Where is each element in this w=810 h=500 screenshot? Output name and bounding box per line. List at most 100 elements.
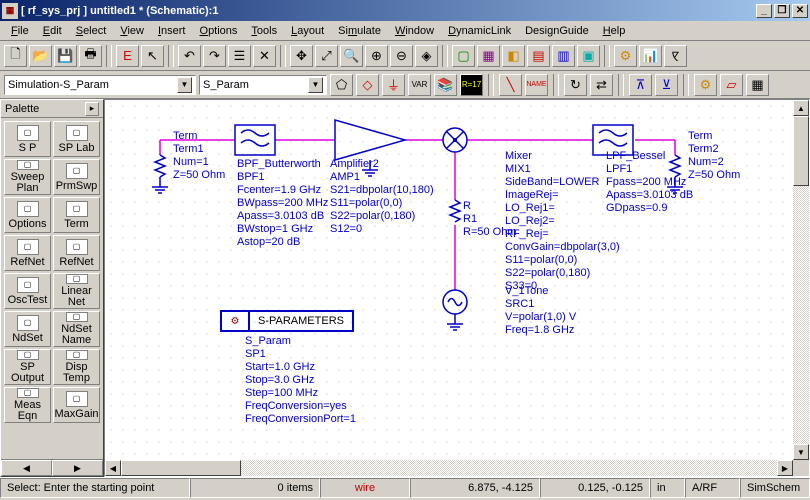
move-button[interactable]: ✥ [290,45,313,67]
palette-label: RefNet [59,257,93,268]
mixer-text: Mixer MIX1 SideBand=LOWER ImageRej= LO_R… [505,150,620,293]
tool-a-button[interactable]: ▢ [452,45,475,67]
palette-item-9[interactable]: ▢Linear Net [53,273,100,309]
menu-options[interactable]: Options [193,23,245,39]
cursor-button[interactable]: ↖ [141,45,164,67]
menu-edit[interactable]: Edit [36,23,69,39]
menu-help[interactable]: Help [596,23,633,39]
zoom-out-button[interactable]: ⊖ [390,45,413,67]
zoom-rect-button[interactable]: 🔍 [340,45,363,67]
menu-layout[interactable]: Layout [284,23,331,39]
scroll-down-button[interactable]: ▼ [793,444,809,460]
menu-view[interactable]: View [113,23,151,39]
shape-pentagon-button[interactable]: ⬠ [330,74,353,96]
chevron-down-icon[interactable]: ▼ [308,77,323,93]
gear-icon: ⚙ [222,312,250,330]
minimize-button[interactable]: _ [756,4,772,18]
menu-simulate[interactable]: Simulate [331,23,388,39]
pan-button[interactable]: ⤢ [315,45,338,67]
ground-button[interactable]: ⏚ [382,74,405,96]
menu-file[interactable]: File [4,23,36,39]
end-button[interactable]: E [116,45,139,67]
tool-i-button[interactable]: 🝥 [664,45,687,67]
status-bar: Select: Enter the starting point 0 items… [0,477,810,498]
undo-button[interactable]: ↶ [178,45,201,67]
schematic-canvas[interactable]: Term Term1 Num=1 Z=50 Ohm BPF_Butterwort… [104,99,810,477]
amp-text: Amplifier2 AMP1 S21=dbpolar(10,180) S11=… [330,158,434,236]
resistor-text: R R1 R=50 Ohm [463,200,517,239]
pin-icon[interactable]: ▸ [85,102,99,116]
palette-prev-button[interactable]: ◀ [1,460,52,476]
palette-item-7[interactable]: ▢RefNet [53,235,100,271]
zoom-fit-button[interactable]: ◈ [415,45,438,67]
library-button[interactable]: 📚 [434,74,457,96]
new-button[interactable]: 🗋 [4,45,27,67]
menu-tools[interactable]: Tools [244,23,284,39]
tool-c-button[interactable]: ◧ [502,45,525,67]
simulate-button[interactable]: ⚙ [694,74,717,96]
sparam-block[interactable]: ⚙ S-PARAMETERS [220,310,354,332]
category-combo[interactable]: Simulation-S_Param ▼ [4,75,196,95]
palette-item-5[interactable]: ▢Term [53,197,100,233]
menu-designguide[interactable]: DesignGuide [518,23,596,39]
vertical-scrollbar[interactable]: ▲ ▼ [793,100,809,460]
status-items: 0 items [190,478,320,498]
results-button[interactable]: ▱ [720,74,743,96]
menu-dynamiclink[interactable]: DynamicLink [441,23,518,39]
mirror-button[interactable]: ⇄ [590,74,613,96]
palette-item-12[interactable]: ▢SP Output [4,349,51,385]
tune-button[interactable]: ▦ [746,74,769,96]
palette-item-0[interactable]: ▢S P [4,121,51,157]
palette-item-4[interactable]: ▢Options [4,197,51,233]
close-button[interactable]: ✕ [792,4,808,18]
palette-item-1[interactable]: ▢SP Lab [53,121,100,157]
palette-item-3[interactable]: ▢PrmSwp [53,159,100,195]
zoom-in-button[interactable]: ⊕ [365,45,388,67]
rotate-button[interactable]: ↻ [564,74,587,96]
palette-item-15[interactable]: ▢MaxGain [53,387,100,423]
tool-g-button[interactable]: ⚙ [614,45,637,67]
palette-title-bar: Palette ▸ [1,100,103,118]
var-button[interactable]: VAR [408,74,431,96]
menu-window[interactable]: Window [388,23,441,39]
redo-button[interactable]: ↷ [203,45,226,67]
menu-select[interactable]: Select [69,23,114,39]
tool-h-button[interactable]: 📊 [639,45,662,67]
palette-label: Disp Temp [63,362,90,384]
scroll-right-button[interactable]: ▶ [777,460,793,476]
wire-button[interactable]: ╲ [499,74,522,96]
shape-diamond-button[interactable]: ◇ [356,74,379,96]
palette-item-13[interactable]: ▢Disp Temp [53,349,100,385]
chevron-down-icon[interactable]: ▼ [177,77,192,93]
horizontal-scrollbar[interactable]: ◀ ▶ [105,460,793,476]
scroll-left-button[interactable]: ◀ [105,460,121,476]
menu-insert[interactable]: Insert [151,23,193,39]
delete-button[interactable]: ✕ [253,45,276,67]
list-button[interactable]: ☰ [228,45,251,67]
component-combo[interactable]: S_Param ▼ [199,75,327,95]
palette-label: NdSet [12,333,43,344]
status-units: in [650,478,685,498]
palette-next-button[interactable]: ▶ [52,460,103,476]
palette-item-11[interactable]: ▢NdSet Name [53,311,100,347]
name-button[interactable]: NAME [525,74,548,96]
pop-button[interactable]: ⊻ [655,74,678,96]
histogram-button[interactable]: R=17 [460,74,483,96]
palette-nav: ◀ ▶ [1,459,103,476]
push-button[interactable]: ⊼ [629,74,652,96]
palette-item-14[interactable]: ▢Meas Eqn [4,387,51,423]
open-button[interactable]: 📂 [29,45,52,67]
tool-e-button[interactable]: ▥ [552,45,575,67]
tool-b-button[interactable]: ▦ [477,45,500,67]
tool-d-button[interactable]: ▤ [527,45,550,67]
maximize-button[interactable]: ❐ [774,4,790,18]
palette-item-8[interactable]: ▢OscTest [4,273,51,309]
save-button[interactable]: 💾 [54,45,77,67]
palette-item-2[interactable]: ▢Sweep Plan [4,159,51,195]
scroll-up-button[interactable]: ▲ [793,100,809,116]
palette-icon: ▢ [17,125,39,141]
print-button[interactable]: 🖶 [79,45,102,67]
palette-item-10[interactable]: ▢NdSet [4,311,51,347]
palette-item-6[interactable]: ▢RefNet [4,235,51,271]
tool-f-button[interactable]: ▣ [577,45,600,67]
